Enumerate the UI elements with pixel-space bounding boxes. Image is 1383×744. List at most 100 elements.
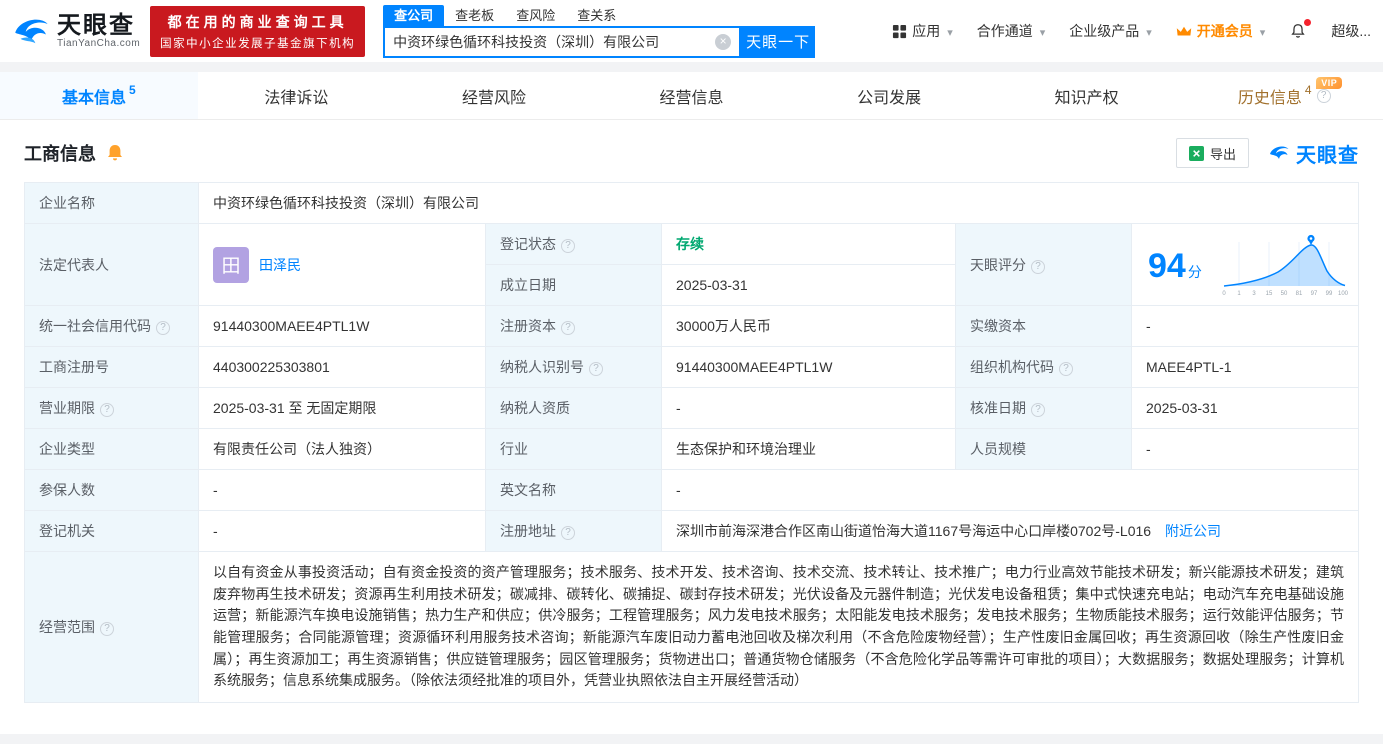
tab-operating-risk[interactable]: 经营风险 <box>395 72 593 119</box>
tab-label: 法律诉讼 <box>264 89 329 107</box>
tab-basic-info[interactable]: 基本信息 5 <box>0 72 198 119</box>
field-label: 工商注册号 <box>24 346 199 388</box>
tab-company-development[interactable]: 公司发展 <box>790 72 988 119</box>
help-icon[interactable] <box>561 526 575 540</box>
field-value: 生态保护和环境治理业 <box>661 428 956 470</box>
field-label: 成立日期 <box>485 264 662 306</box>
value-text: - <box>1146 441 1151 457</box>
value-text: 生态保护和环境治理业 <box>676 441 816 457</box>
field-label: 登记状态 <box>485 223 662 265</box>
export-button[interactable]: 导出 <box>1175 138 1249 168</box>
field-label: 企业名称 <box>24 182 199 224</box>
svg-text:50: 50 <box>1281 291 1288 297</box>
tianyancha-logo[interactable]: 天眼查 TianYanCha.com <box>10 10 140 52</box>
field-label: 天眼评分 <box>955 223 1132 306</box>
help-icon[interactable] <box>156 321 170 335</box>
logo-domain: TianYanCha.com <box>57 38 141 50</box>
megaphone-icon[interactable] <box>105 143 125 163</box>
label-text: 法定代表人 <box>39 256 109 273</box>
svg-text:1: 1 <box>1237 291 1241 297</box>
nav-enterprise-products[interactable]: 企业级产品 <box>1069 21 1152 41</box>
value-text: - <box>676 400 681 416</box>
score-cell[interactable]: 94 分 0 1 3 15 50 81 97 99 100 <box>1131 223 1359 306</box>
search-input[interactable] <box>393 33 716 50</box>
legal-rep-link[interactable]: 田泽民 <box>259 255 301 275</box>
help-icon[interactable] <box>1059 362 1073 376</box>
value-text: 91440300MAEE4PTL1W <box>213 318 370 334</box>
row-reg-number: 工商注册号 440300225303801 纳税人识别号 91440300MAE… <box>24 346 1359 388</box>
nav-cooperation-label: 合作通道 <box>976 23 1033 39</box>
tab-operating-info[interactable]: 经营信息 <box>593 72 791 119</box>
help-icon[interactable] <box>561 239 575 253</box>
svg-text:81: 81 <box>1296 291 1303 297</box>
tab-history-info[interactable]: VIP 历史信息 4 <box>1185 72 1383 119</box>
page-tabbar: 基本信息 5 法律诉讼 经营风险 经营信息 公司发展 知识产权 VIP 历史信息… <box>0 72 1383 120</box>
help-icon[interactable] <box>100 622 114 637</box>
field-value: - <box>661 387 956 429</box>
field-value: 91440300MAEE4PTL1W <box>661 346 956 388</box>
value-text: 30000万人民币 <box>676 318 771 334</box>
search-button[interactable]: 天眼一下 <box>741 25 816 58</box>
tianyancha-swirl-icon <box>1270 146 1289 159</box>
svg-text:97: 97 <box>1311 291 1318 297</box>
field-label: 行业 <box>485 428 662 470</box>
score-unit: 分 <box>1187 263 1202 280</box>
business-info-table: 企业名称 中资环绿色循环科技投资（深圳）有限公司 法定代表人 田 田泽民 登记状… <box>24 182 1359 704</box>
field-value: 2025-03-31 至 无固定期限 <box>198 387 486 429</box>
search-tab-company[interactable]: 查公司 <box>383 4 445 26</box>
content: 工商信息 导出 天眼查 企业名称 中资环绿色循环科技投资（深圳）有限公司 法定代… <box>0 120 1383 713</box>
nav-cooperation[interactable]: 合作通道 <box>977 21 1046 41</box>
nav-upgrade-vip[interactable]: 开通会员 <box>1176 21 1266 41</box>
field-value: 有限责任公司（法人独资） <box>198 428 486 470</box>
field-value: 中资环绿色循环科技投资（深圳）有限公司 <box>198 182 1359 224</box>
help-icon[interactable] <box>561 321 575 335</box>
score-number: 94 <box>1148 246 1186 285</box>
search-tab-boss[interactable]: 查老板 <box>444 5 505 26</box>
label-text: 人员规模 <box>970 441 1026 457</box>
row-reg-authority: 登记机关 - 注册地址 深圳市前海深港合作区南山街道怡海大道1167号海运中心口… <box>24 510 1359 552</box>
clear-icon[interactable] <box>715 33 732 50</box>
address-text: 深圳市前海深港合作区南山街道怡海大道1167号海运中心口岸楼0702号-L016 <box>676 523 1152 539</box>
field-value: - <box>1131 428 1359 470</box>
nav-enterprise-label: 企业级产品 <box>1069 23 1140 39</box>
search-tab-relation[interactable]: 查关系 <box>566 5 627 26</box>
value-text: - <box>213 482 218 498</box>
help-icon[interactable] <box>1031 403 1045 417</box>
field-value: 以自有资金从事投资活动；自有资金投资的资产管理服务；技术服务、技术开发、技术咨询… <box>198 550 1359 704</box>
nearby-companies-link[interactable]: 附近公司 <box>1165 523 1221 539</box>
value-text: MAEE4PTL-1 <box>1146 359 1232 375</box>
row-business-term: 营业期限 2025-03-31 至 无固定期限 纳税人资质 - 核准日期 202… <box>24 387 1359 429</box>
field-value: - <box>198 510 486 552</box>
search-tab-risk[interactable]: 查风险 <box>505 5 566 26</box>
help-icon[interactable] <box>1316 88 1331 103</box>
tianyancha-watermark: 天眼查 <box>1267 139 1359 168</box>
score-chart: 0 1 3 15 50 81 97 99 100 <box>1222 234 1348 297</box>
tab-legal-proceedings[interactable]: 法律诉讼 <box>198 72 396 119</box>
label-text: 登记状态 <box>500 236 556 252</box>
section-head-right: 导出 天眼查 <box>1175 138 1359 168</box>
nav-apps[interactable]: 应用 <box>892 21 953 41</box>
field-value: - <box>661 469 1359 511</box>
value-text: - <box>213 523 218 539</box>
tab-intellectual-property[interactable]: 知识产权 <box>988 72 1186 119</box>
field-label: 纳税人识别号 <box>485 346 662 388</box>
top-nav: 应用 合作通道 企业级产品 开通会员 超级... <box>892 19 1371 41</box>
label-text: 统一社会信用代码 <box>39 318 151 334</box>
tab-label: 历史信息 <box>1237 89 1302 107</box>
help-icon[interactable] <box>589 362 603 376</box>
row-company-type: 企业类型 有限责任公司（法人独资） 行业 生态保护和环境治理业 人员规模 - <box>24 428 1359 470</box>
nav-super-vip[interactable]: 超级... <box>1331 21 1371 41</box>
field-value: MAEE4PTL-1 <box>1131 346 1359 388</box>
avatar[interactable]: 田 <box>213 246 249 283</box>
search-box[interactable] <box>383 25 742 58</box>
svg-text:99: 99 <box>1326 291 1333 297</box>
field-label: 经营范围 <box>24 550 199 704</box>
notification-bell[interactable] <box>1289 19 1312 40</box>
label-text: 成立日期 <box>500 277 556 293</box>
help-icon[interactable] <box>100 403 114 417</box>
legal-rep-cell: 田 田泽民 <box>198 223 486 306</box>
help-icon[interactable] <box>1031 259 1045 274</box>
tianyancha-swirl-icon <box>15 19 48 44</box>
label-text: 注册地址 <box>500 523 556 539</box>
field-label: 统一社会信用代码 <box>24 305 199 347</box>
